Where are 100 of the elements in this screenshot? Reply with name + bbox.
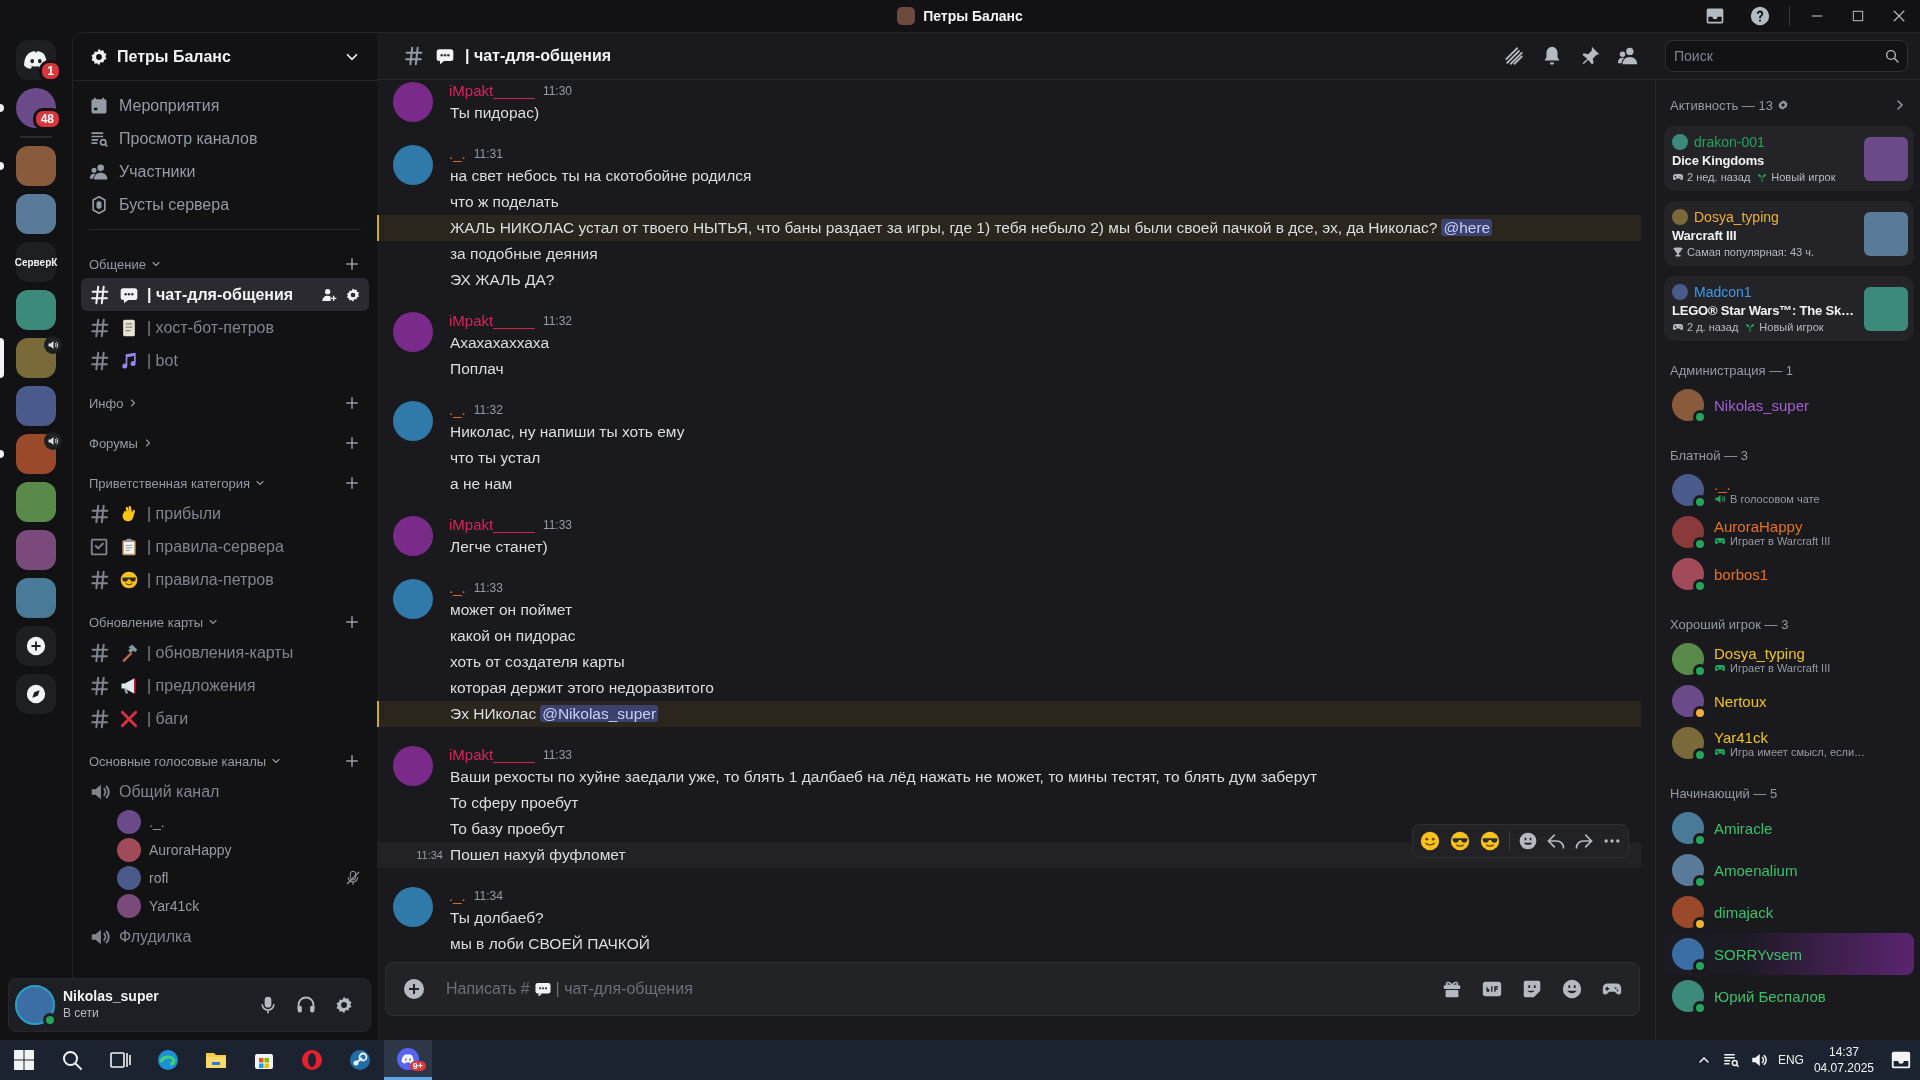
explore-button[interactable] [16,674,56,714]
server-icon-image[interactable] [16,530,56,570]
upload-icon[interactable] [402,977,426,1001]
text-channel[interactable]: | предложения [81,669,369,702]
add-server-button[interactable] [16,626,56,666]
text-channel[interactable]: | баги [81,702,369,735]
headphones-icon[interactable] [296,995,316,1015]
inbox-icon[interactable] [1705,6,1725,26]
member-row-nameplate[interactable]: SORRYvsem [1664,933,1914,975]
add-reaction-icon[interactable] [1518,831,1538,851]
server-icon-image[interactable] [16,434,56,474]
member-name: Nertoux [1714,692,1767,710]
cross-mark-icon [119,708,139,729]
threads-icon[interactable] [1503,45,1525,67]
unread-count-badge: 48 [32,108,62,130]
voice-user-name[interactable]: rofl [149,870,337,886]
server-icon-image[interactable] [16,386,56,426]
category-header[interactable]: Обновление карты [89,614,204,630]
sidebar-nav-item[interactable]: Бусты сервера [81,188,369,221]
category-header[interactable]: Инфо [89,395,124,411]
network-icon[interactable] [1721,1051,1740,1069]
server-icon-image[interactable] [16,578,56,618]
compass-icon [25,683,47,705]
author-name[interactable]: ._. [449,579,466,597]
add-channel-icon[interactable] [343,474,361,492]
voice-user-name[interactable]: Yar41ck [149,898,361,914]
voice-channel[interactable]: Общий канал [81,775,369,808]
invite-icon[interactable] [321,286,337,303]
reply-icon[interactable] [1546,831,1566,851]
author-name[interactable]: iMpakt_____ [449,746,535,764]
sidebar-nav-item[interactable]: Просмотр каналов [81,122,369,155]
author-name[interactable]: iMpakt_____ [449,312,535,330]
member-row[interactable]: Nikolas_super [1664,384,1914,426]
message-text: которая держит этого недоразвитого [450,679,714,696]
text-channel[interactable]: | прибыли [81,497,369,530]
server-icon-image[interactable] [16,338,56,378]
text-channel[interactable]: | правила-петров [81,563,369,596]
sunglasses-face-icon [1479,830,1501,852]
hash-icon [89,641,111,664]
text-channel[interactable]: | чат-для-общения [81,278,369,311]
member-row[interactable]: dimajack [1664,891,1914,933]
voice-user-name[interactable]: AuroraHappy [149,842,361,858]
forward-icon[interactable] [1574,831,1594,851]
member-row[interactable]: Yar41ck Игра имеет смысл, если… [1664,722,1914,764]
settings-icon[interactable] [334,995,354,1015]
activity-card[interactable]: Dosya_typing Warcraft III Самая популярная: 43 ч. [1664,201,1914,266]
server-icon-image[interactable] [16,146,56,186]
member-row[interactable]: Amiracle [1664,807,1914,849]
add-channel-icon[interactable] [343,255,361,273]
taskbar-app-button[interactable]: 9+ [384,1040,432,1080]
notifications-icon[interactable] [1890,1049,1912,1071]
activity-card[interactable]: drakon-001 Dice Kingdoms 2 нед. назад Новый игрок [1664,126,1914,191]
member-row[interactable]: Nertoux [1664,680,1914,722]
text-channel[interactable]: | правила-сервера [81,530,369,563]
category-header[interactable]: Общение [89,256,146,272]
volume-icon[interactable] [1749,1051,1768,1069]
member-row[interactable]: AuroraHappy Играет в Warcraft III [1664,511,1914,553]
user-avatar [393,579,433,619]
sidebar-nav-item[interactable]: Мероприятия [81,89,369,122]
mention-link[interactable]: @here [1441,219,1493,236]
server-button[interactable]: СерверК [16,242,56,282]
text-channel[interactable]: | обновления-карты [81,636,369,669]
server-icon-image[interactable] [16,194,56,234]
member-row[interactable]: Amoenalium [1664,849,1914,891]
text-channel[interactable]: | хост-бот-петров [81,311,369,344]
language-indicator[interactable]: ENG [1777,1053,1804,1067]
emoji-icon[interactable] [1561,978,1583,1000]
sidebar-nav-item[interactable]: Участники [81,155,369,188]
server-icon-image[interactable] [16,290,56,330]
member-row[interactable]: Юрий Беспалов [1664,975,1914,1017]
add-channel-icon[interactable] [343,613,361,631]
members-icon[interactable] [1617,45,1639,67]
settings-icon[interactable] [1776,99,1789,111]
category-header[interactable]: Форумы [89,435,138,451]
member-row[interactable]: ._. В голосовом чате [1664,469,1914,511]
member-avatar [1672,980,1704,1012]
author-name[interactable]: iMpakt_____ [449,516,535,534]
microphone-icon[interactable] [258,995,278,1015]
mention-link[interactable]: @Nikolas_super [540,705,659,722]
help-icon[interactable] [1749,5,1771,27]
add-channel-icon[interactable] [343,394,361,412]
activity-card[interactable]: Madcon1 LEGO® Star Wars™: The Sk… 2 д. назад Новый игрок [1664,276,1914,341]
category-header[interactable]: Приветственная категория [89,475,251,491]
server-icon-image[interactable] [16,482,56,522]
category-header[interactable]: Основные голосовые каналы [89,753,267,769]
text-channel[interactable]: | bot [81,344,369,377]
maximize-icon[interactable] [1850,8,1866,24]
member-row[interactable]: Dosya_typing Играет в Warcraft III [1664,638,1914,680]
author-name[interactable]: ._. [449,145,466,163]
voice-channel[interactable]: Флудилка [81,920,369,953]
sticker-icon[interactable] [1521,978,1543,1000]
author-name[interactable]: ._. [449,401,466,419]
search-field[interactable]: Поиск [1665,40,1908,72]
author-name[interactable]: iMpakt_____ [449,82,535,100]
voice-user-name[interactable]: ._. [149,814,361,830]
settings-icon[interactable] [345,286,361,303]
add-channel-icon[interactable] [343,752,361,770]
member-row[interactable]: borbos1 [1664,553,1914,595]
author-name[interactable]: ._. [449,887,466,905]
add-channel-icon[interactable] [343,434,361,452]
